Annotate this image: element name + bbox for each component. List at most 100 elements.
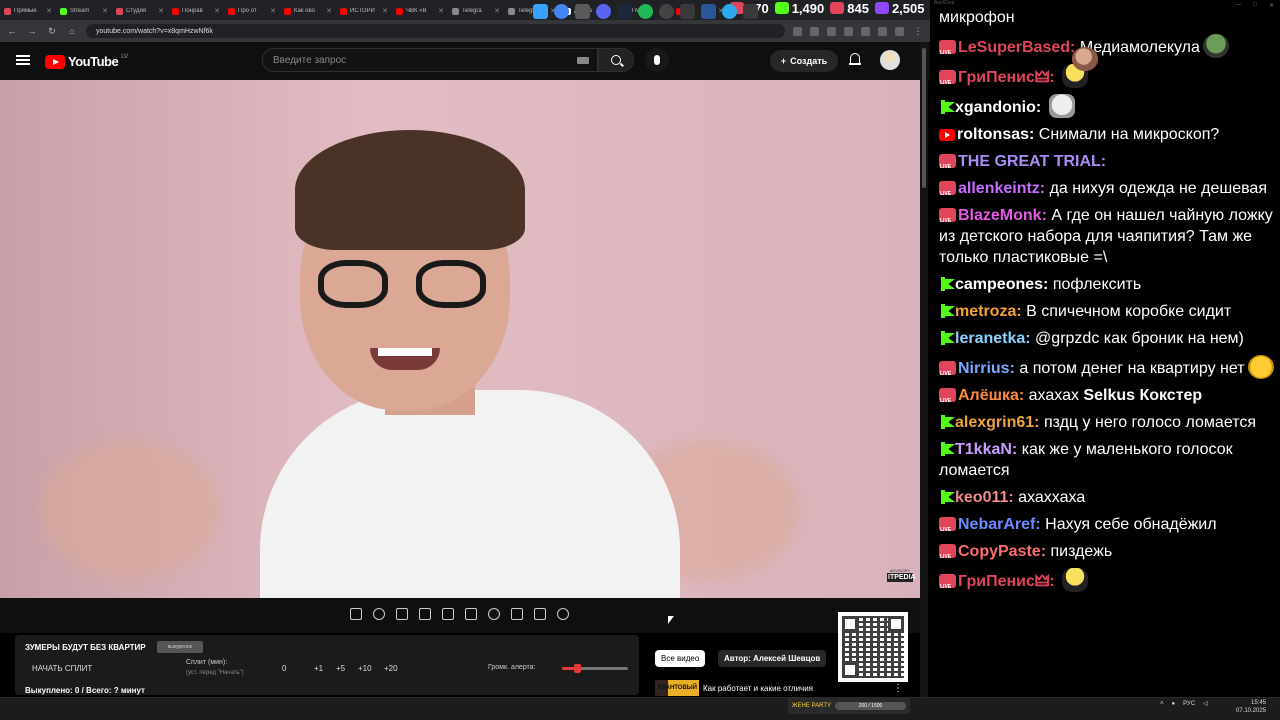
increment-10-button[interactable]: +10 [358, 664, 372, 673]
camera-icon[interactable] [534, 608, 546, 620]
obs-icon[interactable] [659, 4, 674, 19]
app-icon[interactable] [680, 4, 695, 19]
scrollbar-thumb[interactable] [922, 48, 926, 188]
tab-close-icon[interactable]: ✕ [438, 7, 444, 15]
forward-icon[interactable]: → [26, 26, 38, 36]
voice-search-button[interactable] [645, 48, 669, 72]
keyboard-icon[interactable] [577, 57, 589, 64]
author-chip[interactable]: Автор: Алексей Шевцов [718, 650, 827, 667]
gear-icon[interactable] [557, 608, 569, 620]
browser-tab[interactable]: Прямые ✕ [0, 2, 56, 20]
steam-icon[interactable] [617, 4, 632, 19]
tab-close-icon[interactable]: ✕ [214, 7, 220, 15]
recommended-video[interactable]: КВАНТОВЫЙ Как работает и какие отличия ⋮ [655, 680, 903, 696]
chat-username[interactable]: BlazeMonk: [958, 207, 1047, 224]
account-avatar[interactable] [880, 50, 900, 70]
browser-tab[interactable]: ЧВК «В ✕ [392, 2, 448, 20]
windows-start-icon[interactable] [533, 4, 548, 19]
notifications-bell-icon[interactable] [849, 53, 861, 66]
increment-1-button[interactable]: +1 [314, 664, 323, 673]
all-videos-chip[interactable]: Все видео [655, 650, 706, 667]
home-icon[interactable]: ⌂ [66, 26, 78, 36]
search-input[interactable]: Введите запрос [262, 48, 598, 72]
tab-close-icon[interactable]: ✕ [326, 7, 332, 15]
create-button[interactable]: + Создать [770, 50, 838, 72]
tab-close-icon[interactable]: ✕ [158, 7, 164, 15]
chat-username[interactable]: roltonsas: [957, 126, 1034, 143]
chat-username[interactable]: allenkeintz: [958, 180, 1045, 197]
chat-username[interactable]: CopyPaste: [958, 543, 1046, 560]
taskbar-clock[interactable]: 15:45 07.10.2025 [1236, 699, 1266, 715]
audio-icon[interactable] [373, 608, 385, 620]
back-icon[interactable]: ← [6, 26, 18, 36]
app-icon[interactable] [575, 4, 590, 19]
clapper-icon[interactable] [419, 608, 431, 620]
chat-username[interactable]: Nirrius: [958, 360, 1015, 377]
extension-icon[interactable] [810, 26, 819, 36]
browser-tab[interactable]: ИСТОРИ ✕ [336, 2, 392, 20]
extension-icon[interactable] [827, 26, 836, 36]
tray-arrow-icon[interactable]: ˄ [1160, 701, 1164, 707]
alert-volume-slider[interactable] [562, 664, 628, 673]
app-icon[interactable] [743, 4, 758, 19]
extension-icon[interactable] [861, 26, 870, 36]
youtube-logo[interactable]: YouTube LV [45, 54, 128, 69]
more-options-icon[interactable]: ⋮ [893, 683, 903, 694]
chat-username[interactable]: ГриПенис🜲: [958, 573, 1055, 590]
reload-icon[interactable]: ↻ [46, 26, 58, 37]
extension-icon[interactable] [793, 26, 802, 36]
increment-20-button[interactable]: +20 [384, 664, 398, 673]
add-box-icon[interactable] [511, 608, 523, 620]
telegram-icon[interactable] [722, 4, 737, 19]
url-input[interactable]: youtube.com/watch?v=x8qmHzwNf6k [86, 24, 785, 38]
browser-tab[interactable]: Понрав ✕ [168, 2, 224, 20]
video-player[interactable]: ADVISORY ITPEDIA [0, 80, 920, 598]
chat-username[interactable]: Алёшка: [958, 387, 1024, 404]
increment-5-button[interactable]: +5 [336, 664, 345, 673]
browser-tab[interactable]: Stream ✕ [56, 2, 112, 20]
chat-username[interactable]: LeSuperBased: [958, 39, 1075, 56]
app-icon[interactable] [701, 4, 716, 19]
extension-icon[interactable] [844, 26, 853, 36]
tab-close-icon[interactable]: ✕ [102, 7, 108, 15]
tab-close-icon[interactable]: ✕ [494, 7, 500, 15]
chat-username[interactable]: NebarAref: [958, 516, 1041, 533]
menu-icon[interactable] [16, 55, 30, 65]
spotify-icon[interactable] [638, 4, 653, 19]
window-icon[interactable] [465, 608, 477, 620]
loop-icon[interactable] [350, 608, 362, 620]
browser-menu-icon[interactable]: ⋮ [912, 26, 924, 37]
split-minutes-value[interactable]: 0 [282, 664, 286, 673]
chat-username[interactable]: campeones: [955, 276, 1048, 293]
tab-close-icon[interactable]: ✕ [270, 7, 276, 15]
chat-username[interactable]: keo011: [955, 489, 1014, 506]
microphone-tray-icon[interactable]: ● [1172, 701, 1176, 707]
search-button[interactable] [598, 48, 634, 72]
speed-icon[interactable] [488, 608, 500, 620]
speaker-icon[interactable]: ◁ [1203, 700, 1208, 707]
start-split-button[interactable]: НАЧАТЬ СПЛИТ [32, 664, 92, 673]
page-scrollbar[interactable] [920, 42, 928, 697]
browser-tab[interactable]: Студия ✕ [112, 2, 168, 20]
chat-username[interactable]: xgandonio: [955, 99, 1041, 116]
chat-username[interactable]: T1kkaN: [955, 441, 1017, 458]
settings-panel-icon[interactable] [396, 608, 408, 620]
chrome-icon[interactable] [554, 4, 569, 19]
picture-in-picture-icon[interactable] [442, 608, 454, 620]
profile-icon[interactable] [895, 26, 904, 36]
chat-username[interactable]: metroza: [955, 303, 1022, 320]
stream-viewer-counters: 1701,4908452,505 [730, 0, 925, 16]
browser-tab[interactable]: Как ово ✕ [280, 2, 336, 20]
tab-close-icon[interactable]: ✕ [382, 7, 388, 15]
alert-volume-handle[interactable] [574, 664, 582, 673]
chat-username[interactable]: ГриПенис🜲: [958, 69, 1055, 86]
browser-tab[interactable]: Telegra ✕ [448, 2, 504, 20]
browser-tab[interactable]: Про от ✕ [224, 2, 280, 20]
chat-username[interactable]: THE GREAT TRIAL: [958, 153, 1106, 170]
download-icon[interactable] [878, 26, 887, 36]
language-indicator[interactable]: РУС [1183, 701, 1195, 707]
discord-icon[interactable] [596, 4, 611, 19]
chat-username[interactable]: leranetka: [955, 330, 1031, 347]
tab-close-icon[interactable]: ✕ [46, 7, 52, 15]
chat-username[interactable]: alexgrin61: [955, 414, 1039, 431]
